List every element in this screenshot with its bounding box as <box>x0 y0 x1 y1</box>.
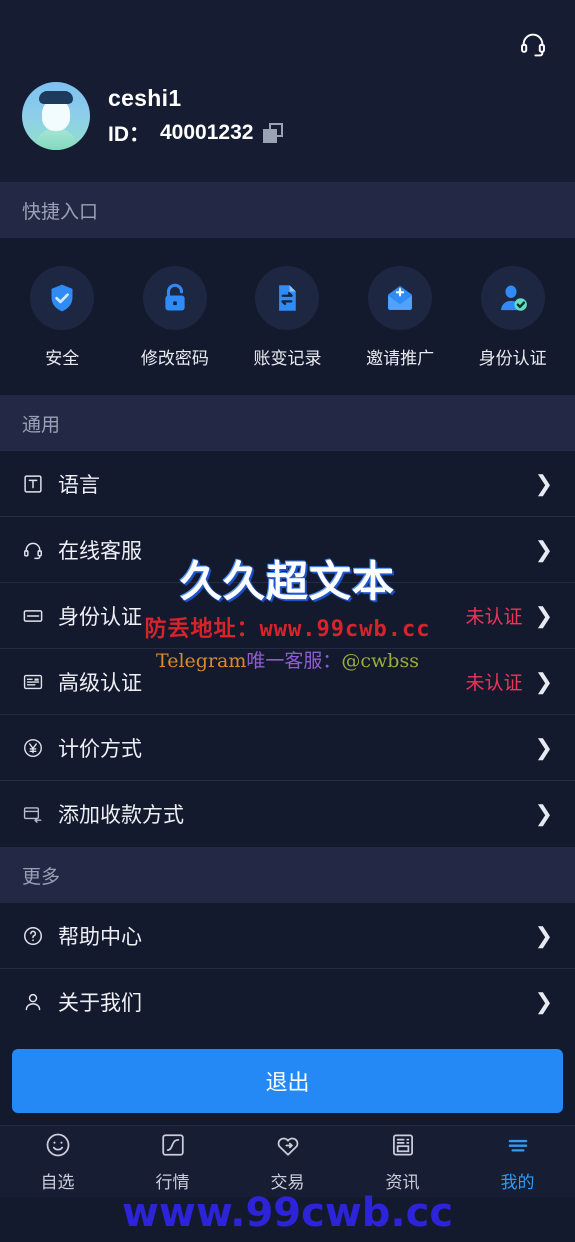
person-icon <box>22 991 48 1013</box>
headset-icon[interactable] <box>513 24 553 64</box>
document-id-icon <box>22 671 48 693</box>
chevron-right-icon: ❯ <box>534 989 553 1014</box>
tab-label: 行情 <box>155 1172 190 1192</box>
quick-item-account-records[interactable]: 账变记录 <box>231 266 344 369</box>
chevron-right-icon: ❯ <box>534 602 553 628</box>
quick-item-change-password[interactable]: 修改密码 <box>119 266 232 369</box>
app-screen: ceshi1 ID： 40001232 快捷入口 安全 修改密码 账变记录 邀请… <box>0 0 575 1242</box>
more-list: 帮助中心 ❯ 关于我们 ❯ <box>0 903 575 1035</box>
tab-label: 资讯 <box>385 1172 420 1192</box>
quick-item-label: 邀请推广 <box>366 349 435 368</box>
heart-swap-icon <box>274 1131 302 1164</box>
row-label: 添加收款方式 <box>58 804 184 827</box>
row-pricing-method[interactable]: 计价方式 ❯ <box>0 715 575 781</box>
user-id-line: ID： 40001232 <box>108 118 284 148</box>
translate-icon <box>22 473 48 495</box>
general-list: 语言 ❯ 在线客服 ❯ 身份认证 未认证 ❯ 高级认证 未认证 ❯ 计价方式 ❯… <box>0 451 575 847</box>
user-info: ceshi1 ID： 40001232 <box>108 84 284 148</box>
quick-entry-section-title: 快捷入口 <box>0 182 575 238</box>
tab-label: 我的 <box>500 1172 535 1192</box>
tab-watchlist[interactable]: 自选 <box>0 1131 115 1193</box>
row-help-center[interactable]: 帮助中心 ❯ <box>0 903 575 969</box>
chevron-right-icon: ❯ <box>534 470 553 496</box>
row-label: 身份认证 <box>58 605 142 629</box>
chevron-right-icon: ❯ <box>534 801 553 826</box>
quick-entry-grid: 安全 修改密码 账变记录 邀请推广 身份认证 <box>6 266 569 369</box>
user-id-value: 40001232 <box>160 120 254 144</box>
tab-label: 交易 <box>270 1172 305 1192</box>
row-about-us[interactable]: 关于我们 ❯ <box>0 969 575 1035</box>
bottom-tab-bar: 自选 行情 交易 资讯 我的 <box>0 1125 575 1197</box>
row-status-badge: 未认证 <box>465 673 523 694</box>
question-circle-icon <box>22 925 48 947</box>
row-online-service[interactable]: 在线客服 ❯ <box>0 517 575 583</box>
row-language[interactable]: 语言 ❯ <box>0 451 575 517</box>
quick-item-invite[interactable]: 邀请推广 <box>344 266 457 369</box>
chart-square-icon <box>159 1131 187 1164</box>
row-advanced-verification[interactable]: 高级认证 未认证 ❯ <box>0 649 575 715</box>
row-add-payment-method[interactable]: 添加收款方式 ❯ <box>0 781 575 847</box>
tab-mine[interactable]: 我的 <box>460 1131 575 1193</box>
row-label: 在线客服 <box>58 539 142 563</box>
shield-check-icon <box>30 266 95 330</box>
tab-market[interactable]: 行情 <box>115 1131 230 1193</box>
header-toolbar <box>22 0 553 88</box>
username: ceshi1 <box>108 84 182 111</box>
row-label: 语言 <box>58 473 100 497</box>
id-card-icon <box>22 605 48 627</box>
newspaper-icon <box>389 1131 417 1164</box>
row-label: 计价方式 <box>58 737 142 761</box>
general-section-title: 通用 <box>0 395 575 451</box>
add-payment-icon <box>22 803 48 825</box>
user-verified-icon <box>480 266 545 330</box>
row-label: 帮助中心 <box>58 925 142 949</box>
quick-item-label: 安全 <box>45 349 80 368</box>
row-identity-verification[interactable]: 身份认证 未认证 ❯ <box>0 583 575 649</box>
lock-icon <box>142 266 207 330</box>
document-transfer-icon <box>255 266 320 330</box>
user-id-label: ID： <box>108 122 150 146</box>
quick-item-identity[interactable]: 身份认证 <box>456 266 569 369</box>
quick-item-label: 身份认证 <box>478 349 547 368</box>
profile-header: ceshi1 ID： 40001232 <box>0 0 575 182</box>
smiley-icon <box>44 1131 72 1164</box>
logout-container: 退出 <box>0 1035 575 1125</box>
tab-news[interactable]: 资讯 <box>345 1131 460 1193</box>
menu-lines-icon <box>504 1131 532 1164</box>
row-label: 高级认证 <box>58 671 142 695</box>
tab-trade[interactable]: 交易 <box>230 1131 345 1193</box>
quick-item-label: 账变记录 <box>253 349 322 368</box>
chevron-right-icon: ❯ <box>534 734 553 760</box>
quick-item-label: 修改密码 <box>140 349 209 368</box>
quick-entry-panel: 安全 修改密码 账变记录 邀请推广 身份认证 <box>0 238 575 395</box>
user-profile[interactable]: ceshi1 ID： 40001232 <box>22 82 553 150</box>
more-section-title: 更多 <box>0 847 575 903</box>
chevron-right-icon: ❯ <box>534 668 553 694</box>
tab-label: 自选 <box>40 1172 75 1192</box>
quick-item-security[interactable]: 安全 <box>6 266 119 369</box>
headset-icon <box>22 539 48 561</box>
copy-icon[interactable] <box>263 122 284 143</box>
yuan-circle-icon <box>22 737 48 759</box>
chevron-right-icon: ❯ <box>534 536 553 562</box>
logout-button[interactable]: 退出 <box>12 1049 563 1113</box>
avatar[interactable] <box>22 82 90 150</box>
envelope-plus-icon <box>368 266 433 330</box>
row-status-badge: 未认证 <box>465 607 523 628</box>
chevron-right-icon: ❯ <box>534 922 553 948</box>
row-label: 关于我们 <box>58 992 142 1015</box>
